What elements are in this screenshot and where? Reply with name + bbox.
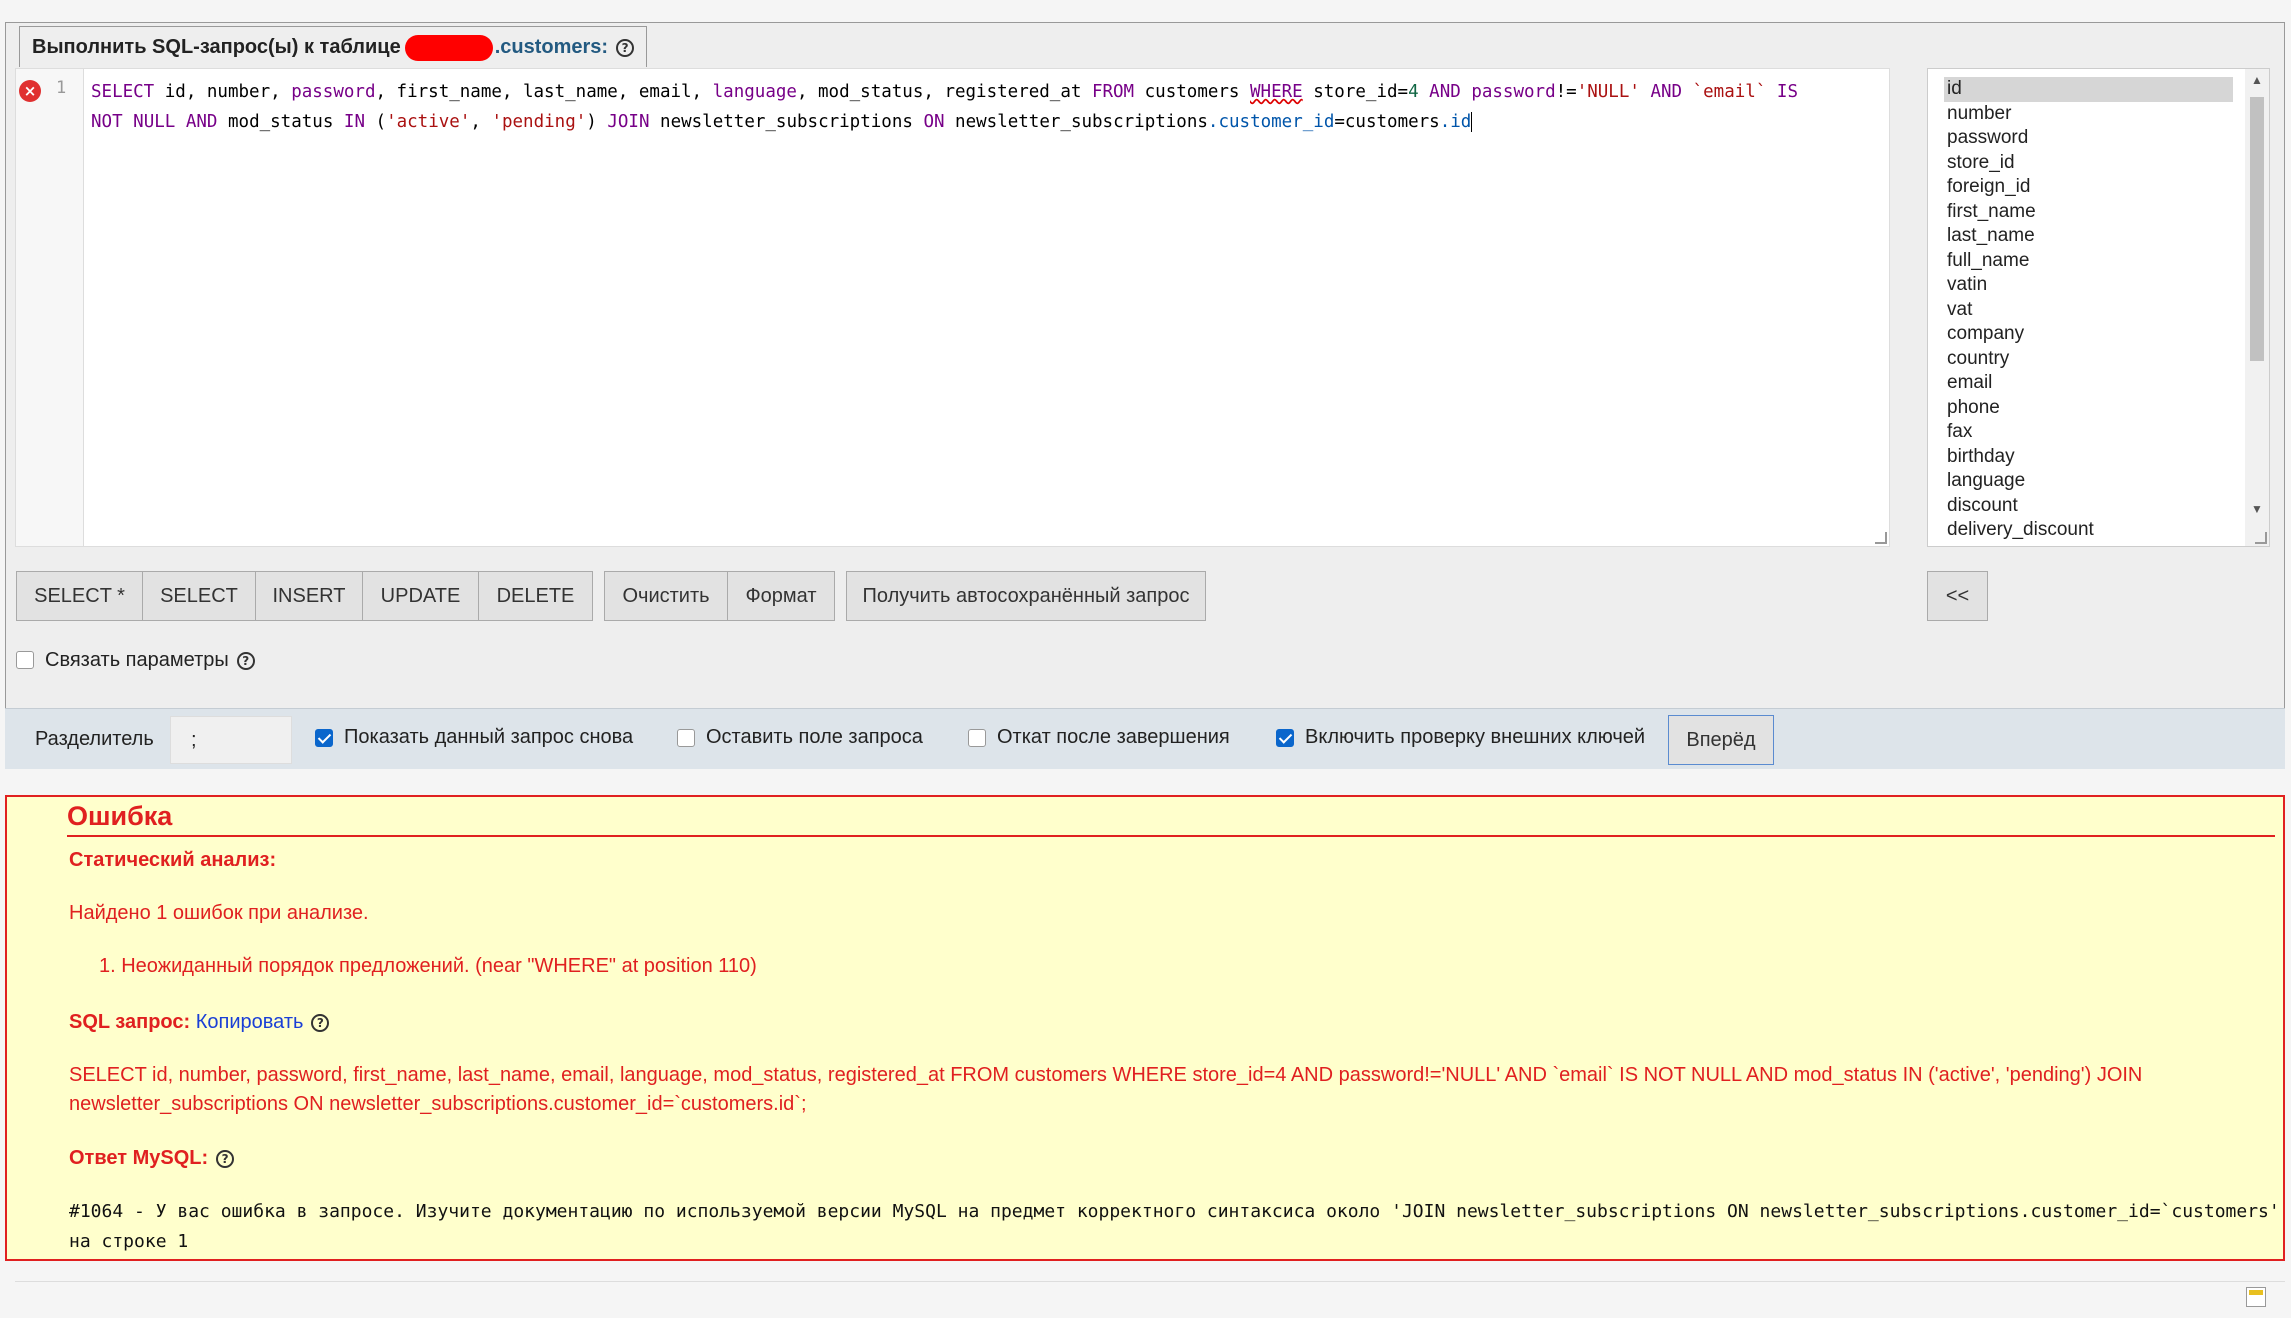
listbox-resize-handle[interactable] [2255, 532, 2267, 544]
column-option[interactable]: discount [1944, 494, 2233, 519]
scroll-down-icon[interactable]: ▼ [2250, 502, 2264, 516]
foreign-keys-checkbox[interactable] [1276, 729, 1294, 747]
scroll-thumb[interactable] [2250, 97, 2264, 361]
clear-button[interactable]: Очистить [604, 571, 728, 621]
rollback-label: Откат после завершения [997, 726, 1230, 748]
error-list-item: 1. Неожиданный порядок предложений. (nea… [99, 955, 757, 977]
keep-query-box-checkbox[interactable] [677, 729, 695, 747]
mysql-response-line-1: #1064 - У вас ошибка в запросе. Изучите … [69, 1201, 2280, 1222]
bind-params-label: Связать параметры? [45, 649, 255, 672]
insert-button[interactable]: INSERT [255, 571, 363, 621]
column-option[interactable]: password [1944, 126, 2233, 151]
column-option[interactable]: store_id [1944, 151, 2233, 176]
foreign-keys-label: Включить проверку внешних ключей [1305, 726, 1646, 748]
go-button[interactable]: Вперёд [1668, 715, 1774, 765]
show-query-again-label: Показать данный запрос снова [344, 726, 634, 748]
delete-button[interactable]: DELETE [478, 571, 593, 621]
delimiter-label: Разделитель [35, 728, 154, 750]
bind-params-checkbox[interactable] [16, 651, 34, 669]
mysql-response-label-row: Ответ MySQL:? [69, 1147, 235, 1170]
show-query-again-checkbox[interactable] [315, 729, 333, 747]
column-option[interactable]: foreign_id [1944, 175, 2233, 200]
column-option[interactable]: last_name [1944, 224, 2233, 249]
error-title: Ошибка [67, 801, 2275, 837]
column-option[interactable]: phone [1944, 396, 2233, 421]
editor-resize-handle[interactable] [1875, 532, 1887, 544]
column-option[interactable]: delivery_discount [1944, 518, 2233, 543]
redacted-database-name [404, 34, 493, 61]
scroll-up-icon[interactable]: ▲ [2250, 73, 2264, 87]
insert-column-button[interactable]: << [1927, 571, 1988, 621]
bind-params-text: Связать параметры [45, 649, 229, 671]
columns-scrollbar[interactable]: ▲ ▼ [2245, 69, 2269, 546]
select-button[interactable]: SELECT [142, 571, 256, 621]
columns-listbox[interactable]: id number password store_id foreign_id first_… [1927, 68, 2270, 547]
legend-title: Выполнить SQL-запрос(ы) к таблице [32, 36, 401, 58]
mysql-response-line-2: на строке 1 [69, 1231, 189, 1252]
keep-query-box-label: Оставить поле запроса [706, 726, 923, 748]
notes-icon[interactable] [2246, 1287, 2266, 1307]
column-option[interactable]: vatin [1944, 273, 2233, 298]
footer-divider [15, 1281, 2285, 1282]
column-option[interactable]: email [1944, 371, 2233, 396]
bind-params-help-icon[interactable]: ? [236, 651, 255, 670]
update-button[interactable]: UPDATE [362, 571, 479, 621]
copy-link[interactable]: Копировать [196, 1011, 304, 1033]
column-option[interactable]: number [1944, 102, 2233, 127]
column-option[interactable]: language [1944, 469, 2233, 494]
table-name-link[interactable]: .customers: [495, 36, 608, 58]
select-star-button[interactable]: SELECT * [16, 571, 143, 621]
column-option[interactable]: birthday [1944, 445, 2233, 470]
sql-query-line-2: newsletter_subscriptions ON newsletter_s… [69, 1093, 807, 1115]
help-icon[interactable]: ? [616, 38, 635, 57]
error-marker-icon[interactable]: × [19, 80, 41, 102]
sql-query-label-row: SQL запрос: Копировать? [69, 1011, 330, 1034]
column-option[interactable]: country [1944, 347, 2233, 372]
format-button[interactable]: Формат [727, 571, 835, 621]
sql-code[interactable]: SELECT id, number, password, first_name,… [91, 77, 1871, 137]
columns-list: id number password store_id foreign_id first_… [1928, 69, 2233, 543]
delimiter-input[interactable]: ; [170, 716, 292, 764]
editor-gutter: × 1 [16, 69, 84, 546]
query-options-bar: Разделитель ; Показать данный запрос сно… [5, 708, 2285, 769]
sql-query-line-1: SELECT id, number, password, first_name,… [69, 1064, 2143, 1086]
errors-found-text: Найдено 1 ошибок при анализе. [69, 902, 369, 924]
fieldset-legend: Выполнить SQL-запрос(ы) к таблице .custom… [19, 26, 648, 67]
sql-help-icon[interactable]: ? [311, 1013, 330, 1032]
rollback-checkbox[interactable] [968, 729, 986, 747]
line-number: 1 [56, 78, 67, 98]
error-panel: Ошибка Статический анализ: Найдено 1 оши… [5, 795, 2285, 1261]
column-option[interactable]: company [1944, 322, 2233, 347]
column-option[interactable]: fax [1944, 420, 2233, 445]
column-option[interactable]: first_name [1944, 200, 2233, 225]
column-option[interactable]: full_name [1944, 249, 2233, 274]
mysql-help-icon[interactable]: ? [216, 1149, 235, 1168]
get-autosaved-query-button[interactable]: Получить автосохранённый запрос [846, 571, 1206, 621]
mysql-response-label: Ответ MySQL: [69, 1147, 209, 1169]
sql-query-label: SQL запрос: [69, 1011, 191, 1033]
column-option[interactable]: id [1944, 77, 2233, 102]
column-option[interactable]: vat [1944, 298, 2233, 323]
sql-editor[interactable]: × 1 SELECT id, number, password, first_n… [15, 68, 1890, 547]
static-analysis-heading: Статический анализ: [69, 849, 277, 871]
